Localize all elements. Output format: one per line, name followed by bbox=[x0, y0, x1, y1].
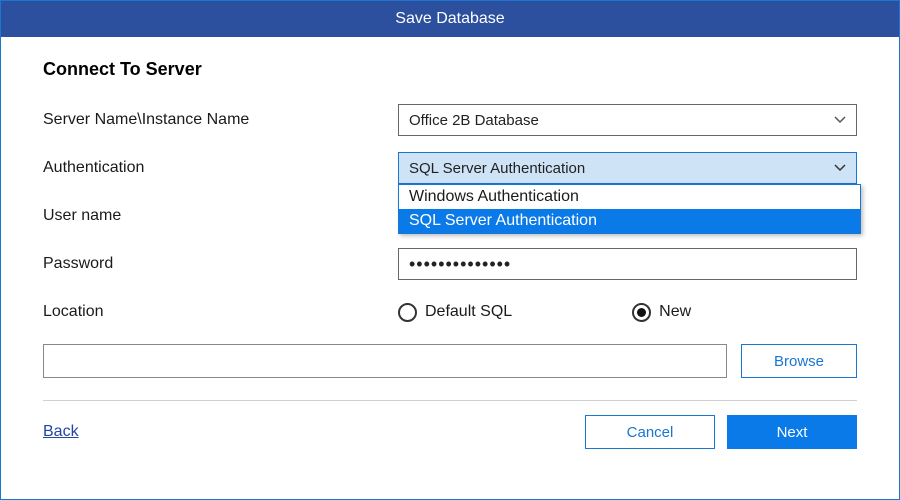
authentication-select[interactable]: SQL Server Authentication bbox=[398, 152, 857, 184]
dialog-title: Save Database bbox=[395, 10, 504, 27]
chevron-down-icon bbox=[834, 116, 846, 124]
auth-option-sqlserver[interactable]: SQL Server Authentication bbox=[399, 209, 860, 233]
server-name-value: Office 2B Database bbox=[409, 112, 539, 129]
server-name-select[interactable]: Office 2B Database bbox=[398, 104, 857, 136]
label-authentication: Authentication bbox=[43, 159, 398, 177]
radio-new[interactable]: New bbox=[632, 303, 691, 322]
row-location: Location Default SQL New bbox=[43, 296, 857, 328]
authentication-control: SQL Server Authentication Windows Authen… bbox=[398, 152, 857, 184]
row-password: Password •••••••••••••• bbox=[43, 248, 857, 280]
radio-label-new: New bbox=[659, 303, 691, 321]
password-control: •••••••••••••• bbox=[398, 248, 857, 280]
password-masked: •••••••••••••• bbox=[409, 254, 511, 275]
save-database-dialog: Save Database Connect To Server Server N… bbox=[0, 0, 900, 500]
cancel-button[interactable]: Cancel bbox=[585, 415, 715, 449]
label-password: Password bbox=[43, 255, 398, 273]
label-location: Location bbox=[43, 303, 398, 321]
location-path-input[interactable] bbox=[43, 344, 727, 378]
next-button[interactable]: Next bbox=[727, 415, 857, 449]
row-authentication: Authentication SQL Server Authentication… bbox=[43, 152, 857, 184]
section-title: Connect To Server bbox=[43, 59, 857, 80]
row-server-name: Server Name\Instance Name Office 2B Data… bbox=[43, 104, 857, 136]
label-username: User name bbox=[43, 207, 398, 225]
browse-button[interactable]: Browse bbox=[741, 344, 857, 378]
radio-default-sql[interactable]: Default SQL bbox=[398, 303, 512, 322]
radio-icon bbox=[398, 303, 417, 322]
dialog-titlebar: Save Database bbox=[1, 1, 899, 37]
radio-icon bbox=[632, 303, 651, 322]
auth-option-windows[interactable]: Windows Authentication bbox=[399, 185, 860, 209]
location-radio-group: Default SQL New bbox=[398, 303, 857, 322]
dialog-content: Connect To Server Server Name\Instance N… bbox=[1, 37, 899, 499]
dialog-footer: Back Cancel Next bbox=[43, 401, 857, 465]
authentication-value: SQL Server Authentication bbox=[409, 160, 585, 177]
label-server-name: Server Name\Instance Name bbox=[43, 111, 398, 129]
back-link[interactable]: Back bbox=[43, 423, 79, 441]
chevron-down-icon bbox=[834, 164, 846, 172]
server-name-control: Office 2B Database bbox=[398, 104, 857, 136]
row-location-path: Browse bbox=[43, 344, 857, 378]
password-input[interactable]: •••••••••••••• bbox=[398, 248, 857, 280]
radio-label-default: Default SQL bbox=[425, 303, 512, 321]
authentication-dropdown: Windows Authentication SQL Server Authen… bbox=[398, 184, 861, 234]
